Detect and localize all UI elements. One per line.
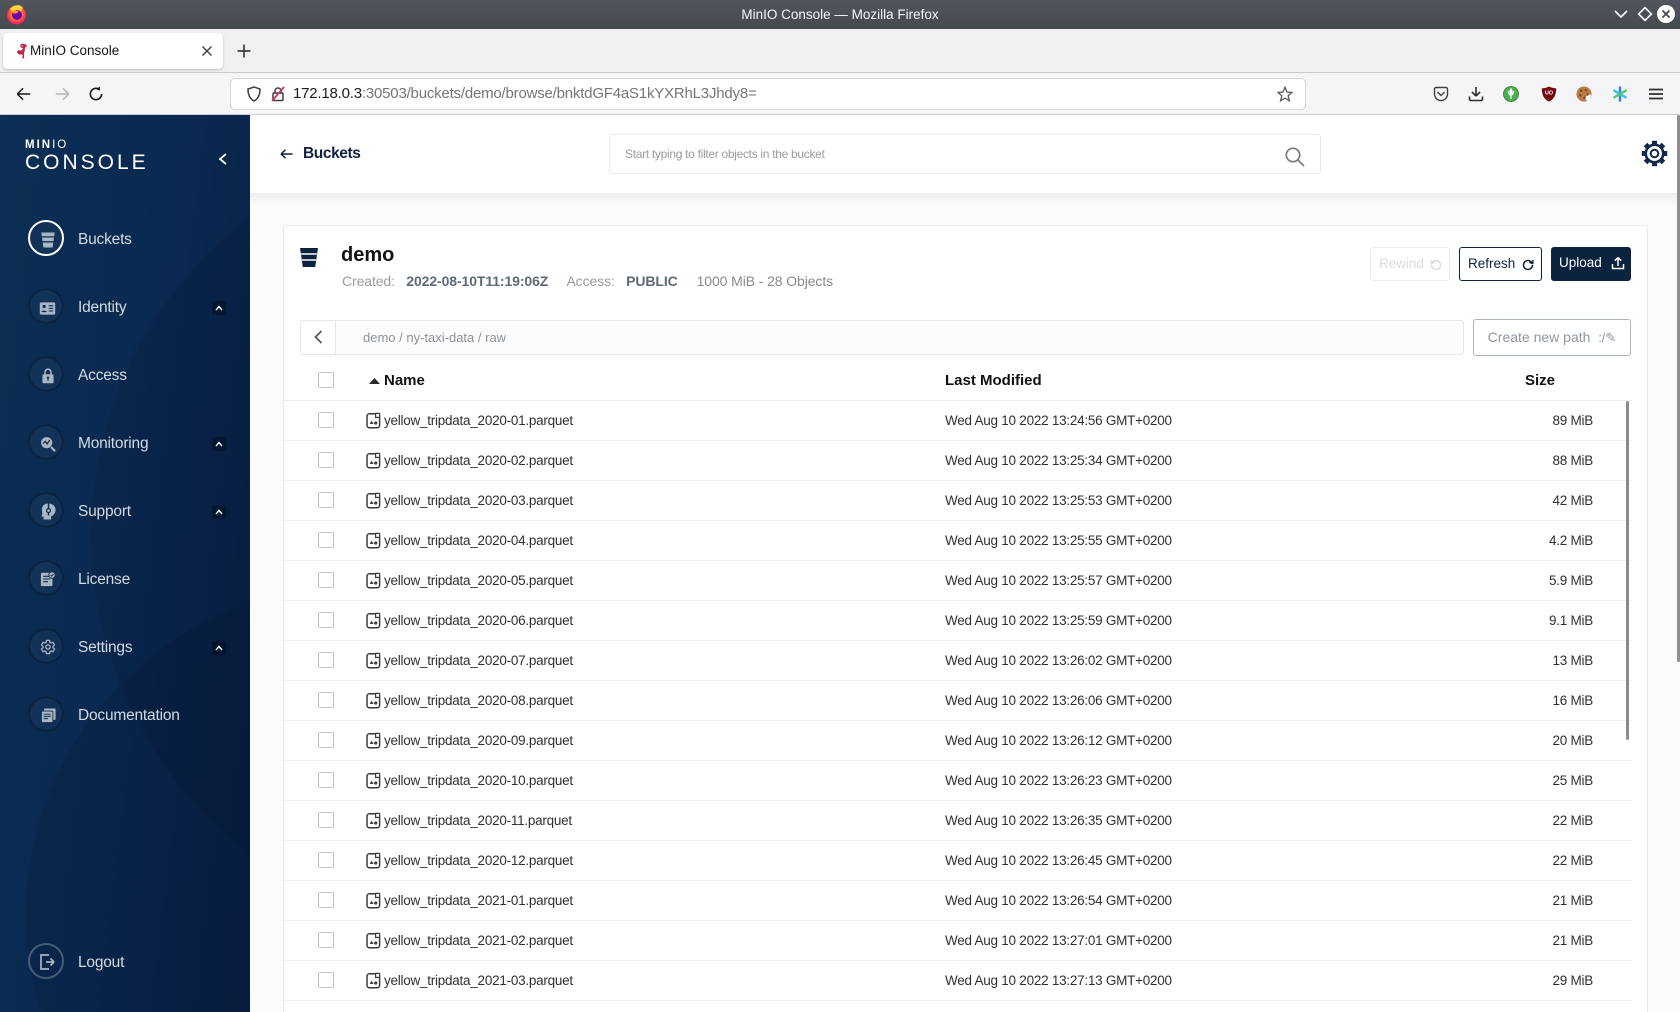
svg-text:UO: UO bbox=[1545, 90, 1553, 96]
